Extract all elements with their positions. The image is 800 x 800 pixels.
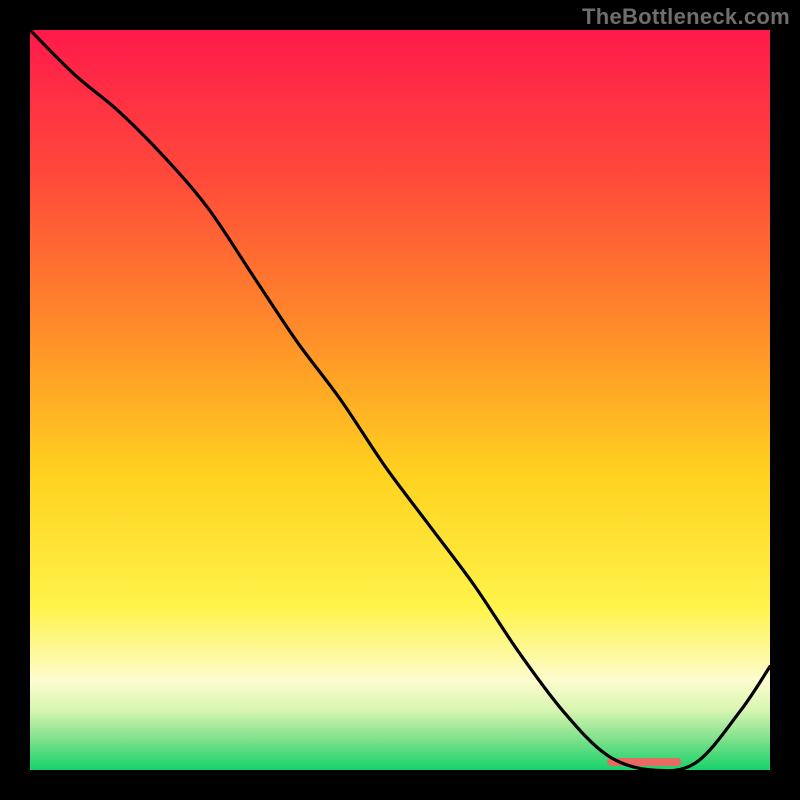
chart-plot-area xyxy=(30,30,770,770)
watermark-text: TheBottleneck.com xyxy=(582,4,790,30)
chart-background-gradient xyxy=(30,30,770,770)
chart-svg xyxy=(30,30,770,770)
chart-frame: TheBottleneck.com xyxy=(0,0,800,800)
